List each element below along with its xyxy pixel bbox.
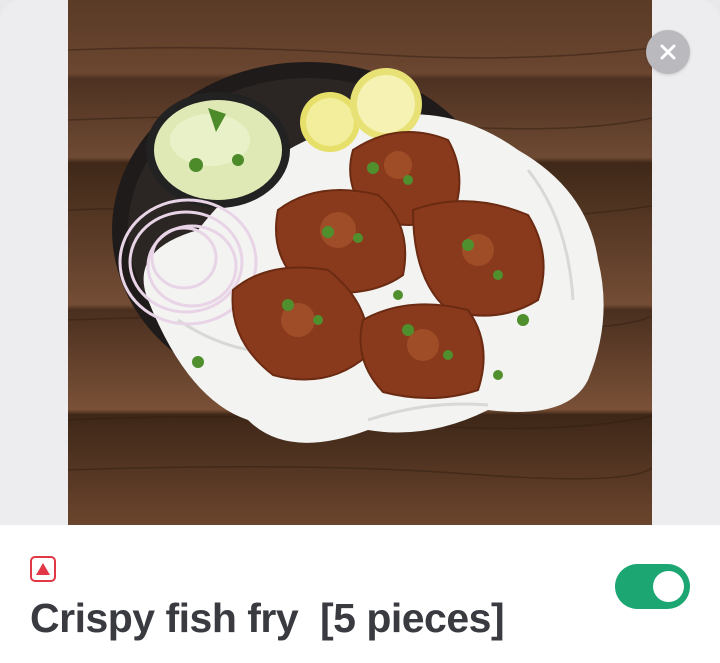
item-details-sheet: Crispy fish fry [5 pieces] bbox=[0, 0, 720, 663]
item-info-panel: Crispy fish fry [5 pieces] bbox=[0, 525, 720, 663]
food-illustration bbox=[68, 47, 652, 480]
availability-toggle[interactable] bbox=[615, 564, 690, 609]
non-veg-triangle-icon bbox=[30, 556, 56, 582]
item-title: Crispy fish fry [5 pieces] bbox=[30, 595, 505, 641]
food-photo bbox=[68, 0, 652, 525]
close-icon bbox=[660, 44, 676, 60]
toggle-knob bbox=[653, 571, 684, 602]
close-button[interactable] bbox=[646, 30, 690, 74]
